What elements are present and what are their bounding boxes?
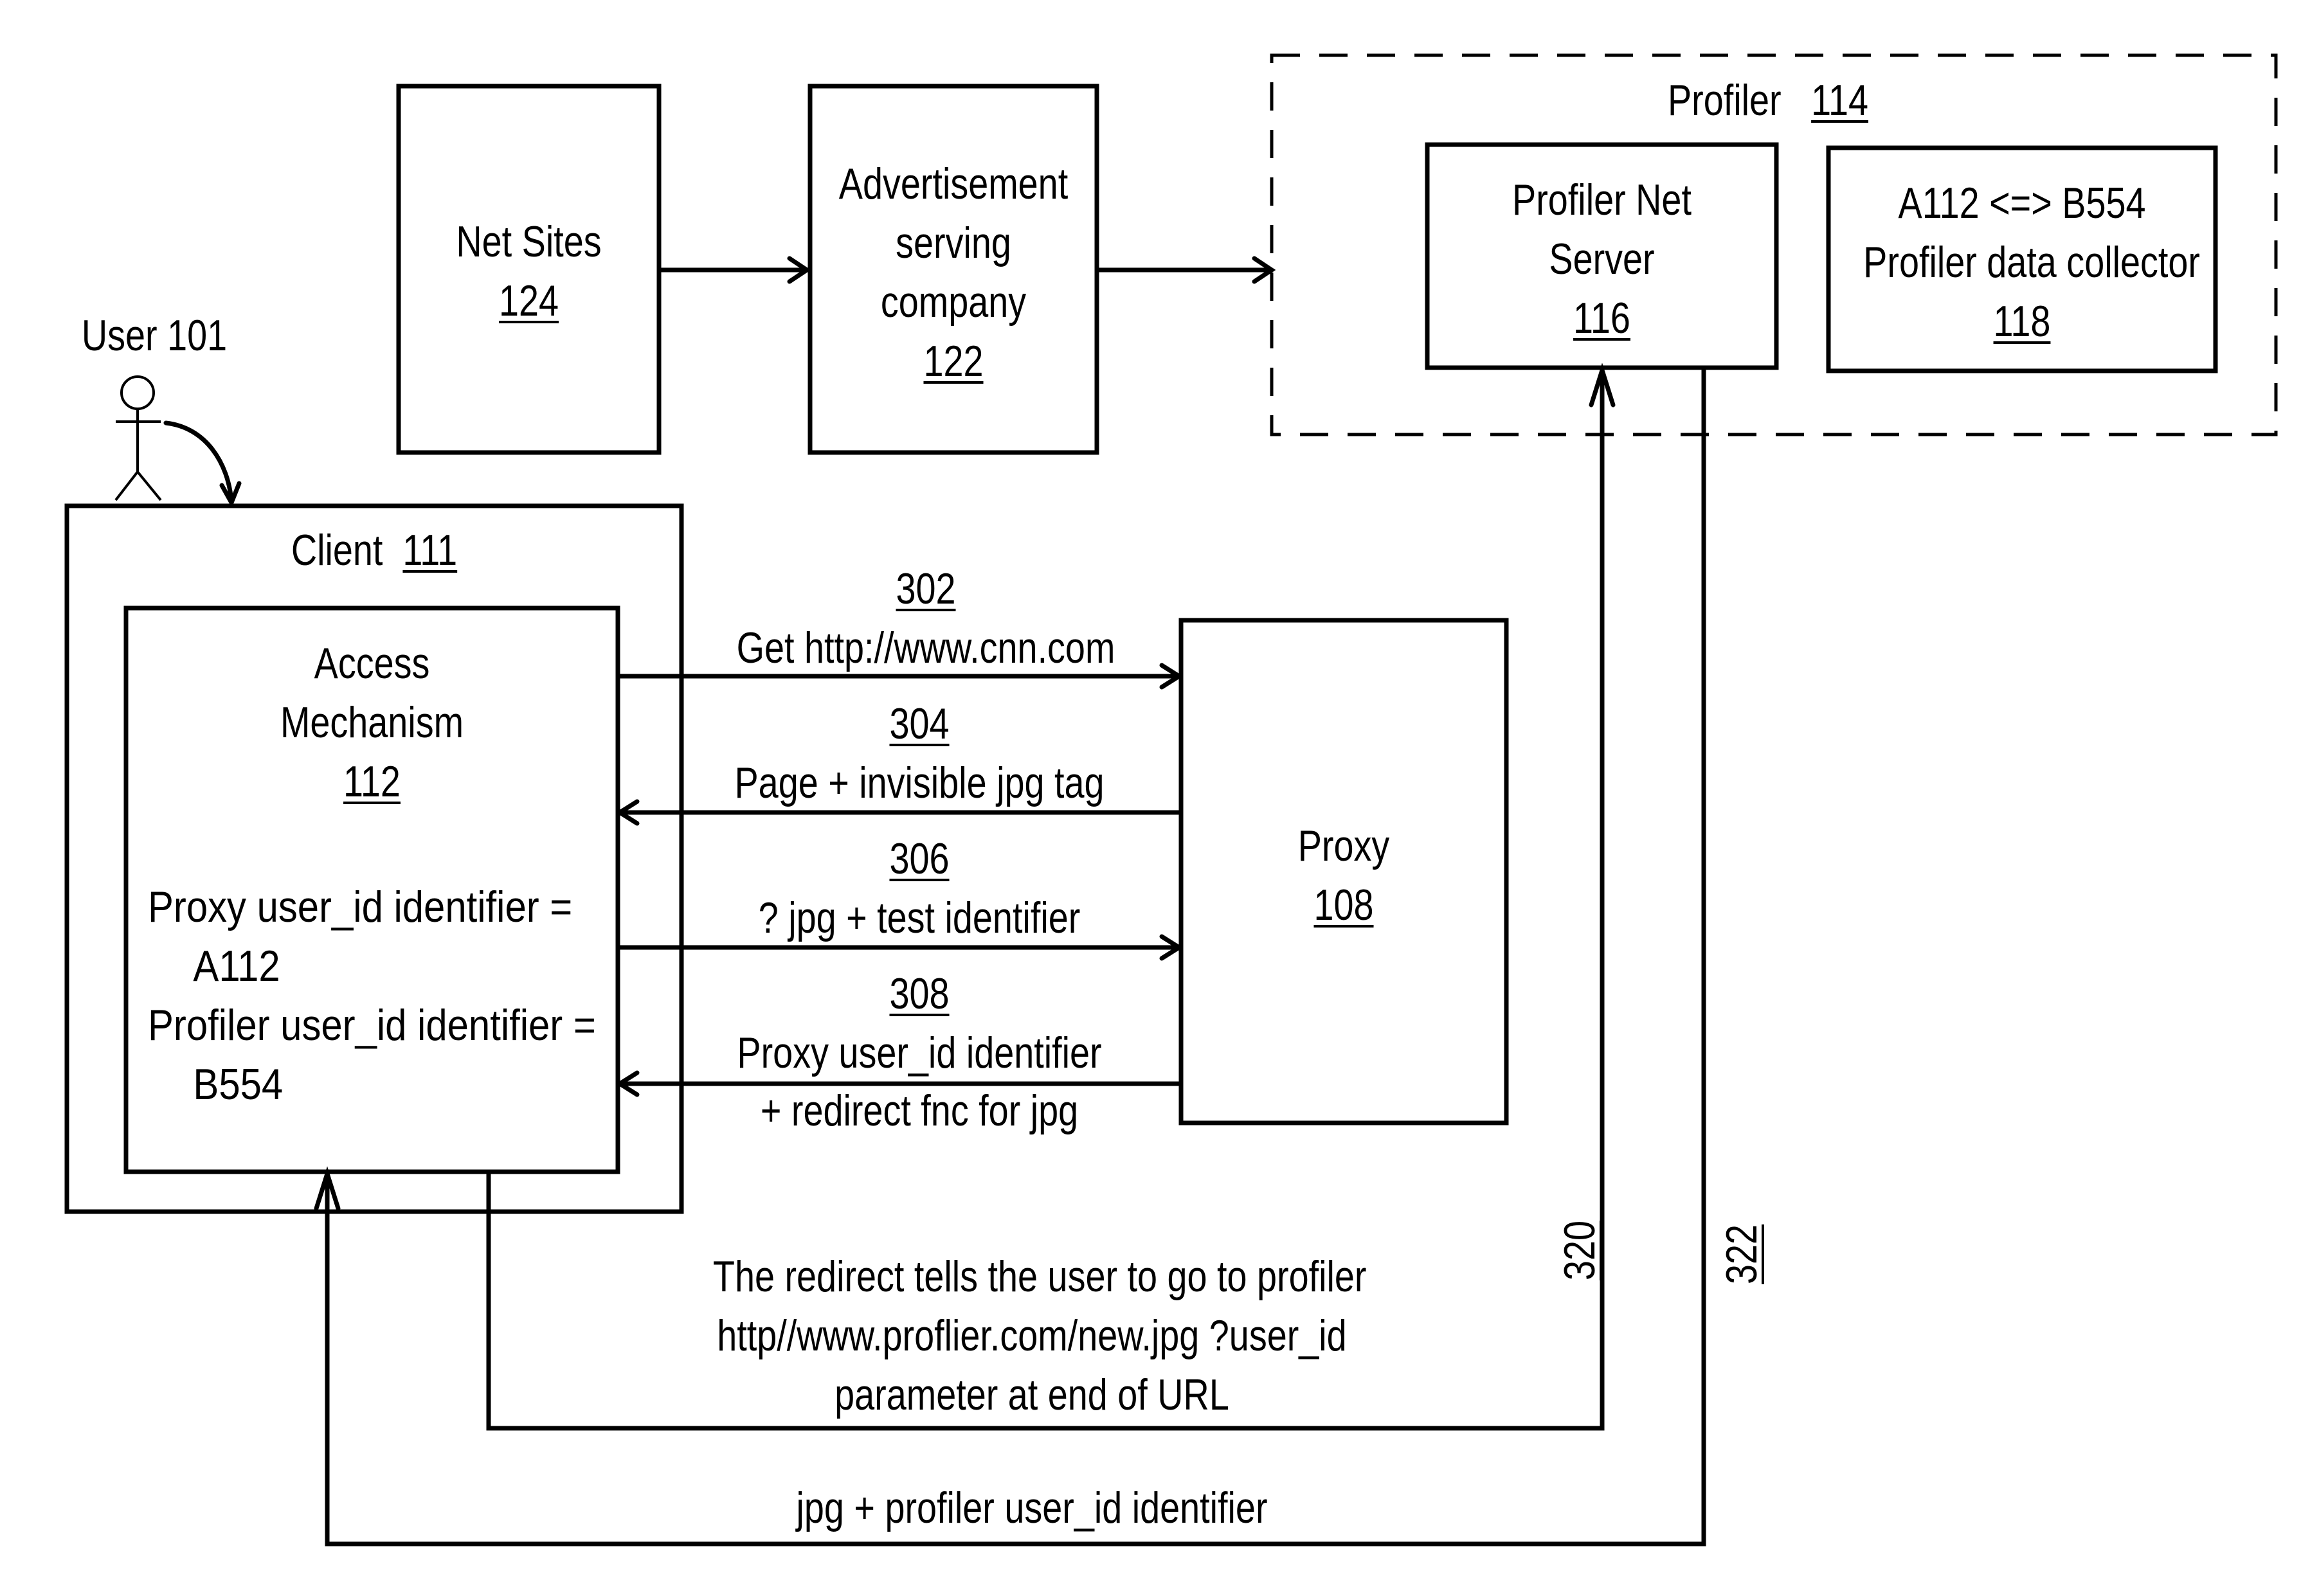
return-path-text: jpg + profiler user_id identifier — [796, 1484, 1268, 1532]
return-path-label: jpg + profiler user_id identifier — [713, 1478, 1351, 1538]
redirect-note-line-3: parameter at end of URL — [835, 1370, 1229, 1419]
net-sites-label: Net Sites 124 — [422, 212, 635, 330]
message-302-text: Get http://www.cnn.com — [736, 623, 1115, 672]
user-label-text: User 101 — [81, 311, 228, 360]
proxy-id-value: A112 — [193, 942, 280, 991]
proxy-name: Proxy — [1297, 821, 1390, 870]
message-302-ref: 302 — [896, 564, 956, 613]
net-server-line-2: Server — [1549, 235, 1655, 283]
profiler-name: Profiler — [1667, 76, 1782, 125]
collector-ref: 118 — [1993, 297, 2051, 346]
message-308-text-2: + redirect fnc for jpg — [760, 1086, 1079, 1135]
ad-company-ref: 122 — [923, 337, 984, 386]
collector-line-1: A112 <=> B554 — [1898, 179, 2146, 228]
user-icon — [114, 375, 162, 501]
collector-line-2: Profiler data collector — [1863, 238, 2200, 287]
redirect-note: The redirect tells the user to go to pro… — [712, 1247, 1367, 1424]
client-title: Client 111 — [122, 521, 626, 580]
access-line-2: Mechanism — [280, 698, 464, 747]
ad-company-line-1: Advertisement — [838, 159, 1069, 208]
message-306: 306 ? jpg + test identifier — [708, 829, 1130, 947]
profiler-net-server-label: Profiler Net Server 116 — [1459, 170, 1745, 348]
ref-320: 320 — [1555, 1220, 1604, 1280]
arrow-user-to-client — [163, 420, 234, 504]
user-label: User 101 — [59, 306, 249, 365]
proxy-label: Proxy 108 — [1211, 816, 1477, 935]
client-name: Client — [291, 526, 383, 575]
proxy-ref: 108 — [1313, 881, 1374, 929]
ad-company-line-2: serving — [896, 219, 1011, 267]
access-ref: 112 — [343, 757, 401, 806]
message-308: 308 Proxy user_id identifier + redirect … — [708, 964, 1130, 1140]
net-server-ref: 116 — [1573, 294, 1630, 343]
access-identifiers: Proxy user_id identifier = A112 Profiler… — [148, 877, 596, 1114]
client-ref: 111 — [402, 526, 458, 575]
ref-322: 322 — [1717, 1224, 1766, 1284]
access-line-1: Access — [314, 639, 430, 688]
redirect-note-line-1: The redirect tells the user to go to pro… — [712, 1252, 1367, 1301]
message-306-text: ? jpg + test identifier — [758, 893, 1081, 942]
proxy-id-label: Proxy user_id identifier = — [148, 883, 573, 931]
net-server-line-1: Profiler Net — [1512, 175, 1692, 224]
profiler-ref: 114 — [1811, 76, 1869, 125]
message-304: 304 Page + invisible jpg tag — [708, 694, 1130, 812]
profiler-title: Profiler 114 — [1584, 71, 1953, 130]
net-sites-ref: 124 — [498, 276, 559, 325]
message-304-ref: 304 — [889, 699, 950, 748]
message-306-ref: 306 — [889, 834, 950, 883]
data-collector-label: A112 <=> B554 Profiler data collector 11… — [1863, 174, 2200, 351]
message-304-text: Page + invisible jpg tag — [734, 758, 1105, 807]
ad-company-line-3: company — [880, 278, 1027, 327]
access-mechanism-label: Access Mechanism 112 — [170, 634, 573, 811]
net-sites-name: Net Sites — [456, 217, 602, 266]
message-302: 302 Get http://www.cnn.com — [715, 559, 1137, 677]
message-308-ref: 308 — [889, 969, 950, 1018]
redirect-note-line-2: http//www.proflier.com/new.jpg ?user_id — [717, 1311, 1347, 1360]
ad-company-label: Advertisement serving company 122 — [836, 154, 1071, 391]
message-308-text-1: Proxy user_id identifier — [737, 1028, 1102, 1077]
profiler-id-label: Profiler user_id identifier = — [148, 1001, 596, 1050]
profiler-id-value: B554 — [193, 1060, 284, 1109]
